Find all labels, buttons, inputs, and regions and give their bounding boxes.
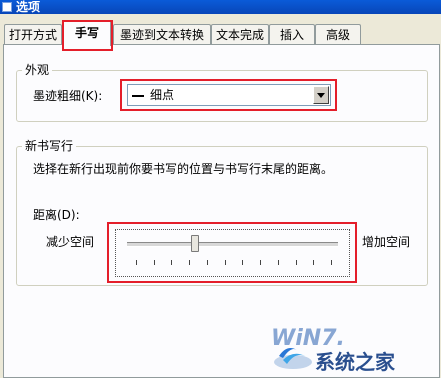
dropdown-button[interactable]	[313, 86, 329, 104]
tab-advanced[interactable]: 高级	[315, 24, 361, 44]
slider-tick	[277, 260, 279, 265]
slider-tick	[242, 260, 244, 265]
slider-tick	[260, 260, 262, 265]
slider-tick	[295, 260, 297, 265]
distance-label: 距离(D):	[33, 208, 80, 222]
tab-ink-to-text[interactable]: 墨迹到文本转换	[113, 24, 211, 44]
new-line-description: 选择在新行出现前你要书写的位置与书写行末尾的距离。	[33, 162, 334, 176]
slider-track	[127, 242, 338, 247]
window-titlebar: 选项	[0, 0, 441, 14]
tab-open-mode[interactable]: 打开方式	[4, 24, 62, 44]
slider-tick	[206, 260, 208, 265]
tab-handwriting[interactable]: 手写	[63, 20, 111, 46]
line-sample-icon	[132, 95, 144, 97]
tab-text-completion[interactable]: 文本完成	[211, 24, 269, 44]
more-space-label: 增加空间	[362, 235, 411, 249]
tab-label: 插入	[279, 28, 304, 42]
window-icon	[2, 2, 12, 12]
tab-insert[interactable]: 插入	[269, 24, 315, 44]
tab-label: 高级	[325, 28, 350, 42]
new-line-group-label: 新书写行	[22, 139, 77, 153]
ink-thickness-value: 细点	[150, 88, 175, 102]
ink-thickness-select[interactable]: 细点	[127, 84, 331, 106]
less-space-label: 减少空间	[46, 235, 95, 249]
slider-tick	[331, 260, 332, 265]
slider-tick	[189, 260, 191, 265]
slider-tick	[313, 260, 315, 265]
tab-label: 手写	[74, 26, 99, 40]
slider-tick	[224, 260, 226, 265]
tab-label: 墨迹到文本转换	[119, 28, 204, 42]
appearance-group-label: 外观	[22, 63, 53, 77]
slider-thumb[interactable]	[190, 235, 199, 252]
ink-thickness-label: 墨迹粗细(K):	[33, 89, 103, 103]
distance-slider[interactable]	[115, 229, 350, 277]
slider-tick	[153, 260, 155, 265]
slider-tick	[136, 260, 137, 265]
chevron-down-icon	[317, 92, 325, 98]
slider-tick	[171, 260, 173, 265]
tab-label: 打开方式	[8, 28, 57, 42]
window-title: 选项	[16, 0, 41, 14]
tab-label: 文本完成	[215, 28, 264, 42]
